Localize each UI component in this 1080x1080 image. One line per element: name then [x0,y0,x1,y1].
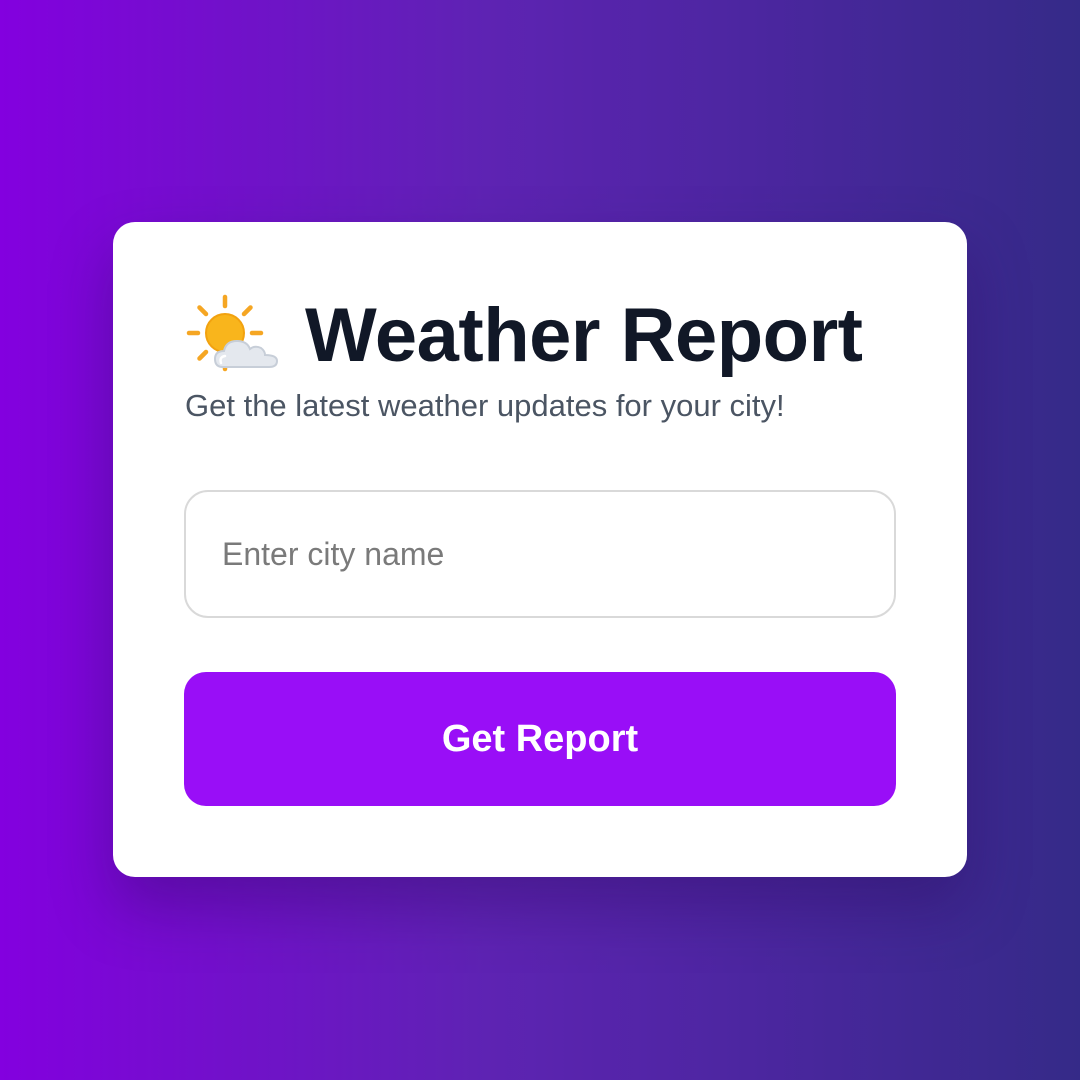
get-report-button[interactable]: Get Report [184,672,896,806]
weather-card: Weather Report Get the latest weather up… [113,222,967,877]
sun-behind-cloud-icon [186,294,279,372]
page-subtitle: Get the latest weather updates for your … [185,388,785,423]
title-row: Weather Report [185,290,863,380]
city-name-input[interactable] [184,490,896,618]
page-title: Weather Report [305,292,863,378]
